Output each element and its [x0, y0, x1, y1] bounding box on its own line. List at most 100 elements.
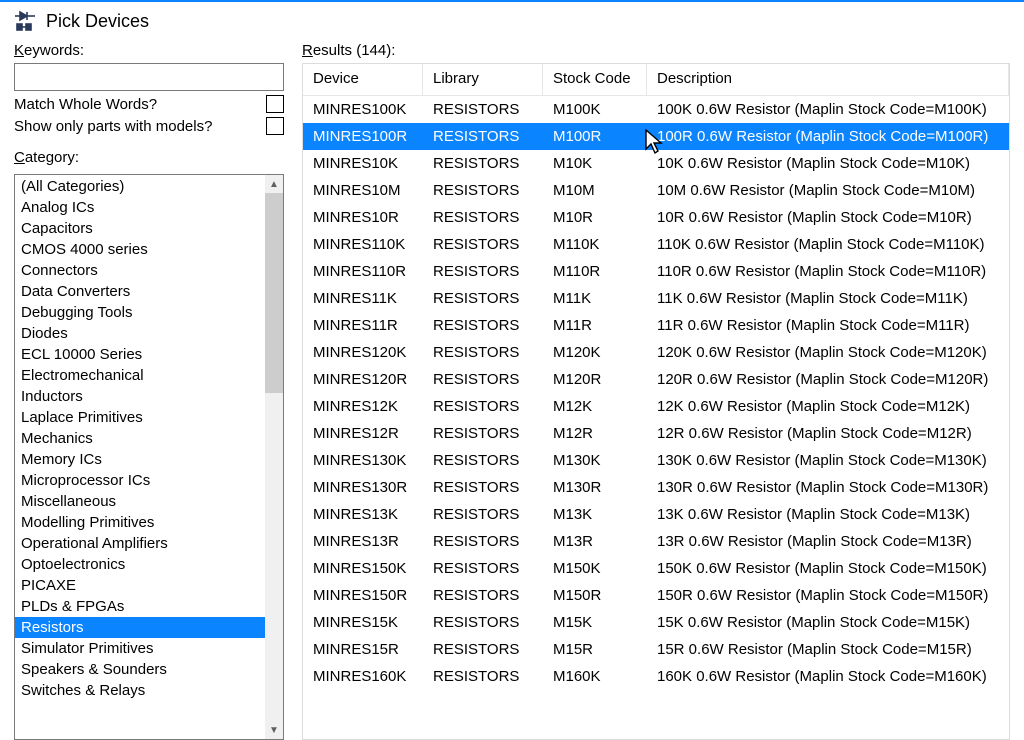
category-listbox[interactable]: (All Categories)Analog ICsCapacitorsCMOS…: [14, 174, 284, 740]
cell-stock: M160K: [543, 663, 647, 690]
scroll-track[interactable]: [265, 393, 283, 721]
category-item[interactable]: Speakers & Sounders: [15, 659, 265, 680]
cell-device: MINRES130K: [303, 447, 423, 474]
table-row[interactable]: MINRES13RRESISTORSM13R13R 0.6W Resistor …: [303, 528, 1009, 555]
table-row[interactable]: MINRES10MRESISTORSM10M10M 0.6W Resistor …: [303, 177, 1009, 204]
table-row[interactable]: MINRES160KRESISTORSM160K160K 0.6W Resist…: [303, 663, 1009, 690]
keywords-input[interactable]: [14, 63, 284, 91]
cell-library: RESISTORS: [423, 285, 543, 312]
table-row[interactable]: MINRES13KRESISTORSM13K13K 0.6W Resistor …: [303, 501, 1009, 528]
category-item[interactable]: Diodes: [15, 323, 265, 344]
cell-device: MINRES10R: [303, 204, 423, 231]
cell-desc: 100R 0.6W Resistor (Maplin Stock Code=M1…: [647, 123, 1009, 150]
cell-stock: M120K: [543, 339, 647, 366]
category-item[interactable]: (All Categories): [15, 176, 265, 197]
cell-desc: 100K 0.6W Resistor (Maplin Stock Code=M1…: [647, 96, 1009, 123]
category-scrollbar[interactable]: ▲ ▼: [265, 175, 283, 739]
category-item[interactable]: Electromechanical: [15, 365, 265, 386]
column-library[interactable]: Library: [423, 64, 543, 95]
cell-stock: M110R: [543, 258, 647, 285]
category-label: Category:: [14, 149, 284, 166]
cell-library: RESISTORS: [423, 339, 543, 366]
category-item[interactable]: Operational Amplifiers: [15, 533, 265, 554]
cell-desc: 10R 0.6W Resistor (Maplin Stock Code=M10…: [647, 204, 1009, 231]
cell-stock: M130R: [543, 474, 647, 501]
category-item[interactable]: Data Converters: [15, 281, 265, 302]
category-item[interactable]: Capacitors: [15, 218, 265, 239]
match-whole-words-row: Match Whole Words?: [14, 95, 284, 113]
cell-library: RESISTORS: [423, 312, 543, 339]
cell-device: MINRES13R: [303, 528, 423, 555]
category-item[interactable]: Simulator Primitives: [15, 638, 265, 659]
cell-stock: M13K: [543, 501, 647, 528]
cell-device: MINRES11R: [303, 312, 423, 339]
category-item[interactable]: Switches & Relays: [15, 680, 265, 701]
category-item[interactable]: Debugging Tools: [15, 302, 265, 323]
table-row[interactable]: MINRES15KRESISTORSM15K15K 0.6W Resistor …: [303, 609, 1009, 636]
column-description[interactable]: Description: [647, 64, 1009, 95]
cell-library: RESISTORS: [423, 177, 543, 204]
category-item[interactable]: Laplace Primitives: [15, 407, 265, 428]
show-only-models-label: Show only parts with models?: [14, 118, 212, 135]
table-row[interactable]: MINRES120RRESISTORSM120R120R 0.6W Resist…: [303, 366, 1009, 393]
table-row[interactable]: MINRES11RRESISTORSM11R11R 0.6W Resistor …: [303, 312, 1009, 339]
cell-device: MINRES130R: [303, 474, 423, 501]
pick-devices-window: Pick Devices Keywords: Match Whole Words…: [0, 0, 1024, 740]
category-item[interactable]: Mechanics: [15, 428, 265, 449]
category-item[interactable]: Microprocessor ICs: [15, 470, 265, 491]
category-item[interactable]: Optoelectronics: [15, 554, 265, 575]
title-bar: Pick Devices: [0, 2, 1024, 42]
table-row[interactable]: MINRES100RRESISTORSM100R100R 0.6W Resist…: [303, 123, 1009, 150]
cell-device: MINRES10K: [303, 150, 423, 177]
cell-desc: 120R 0.6W Resistor (Maplin Stock Code=M1…: [647, 366, 1009, 393]
table-row[interactable]: MINRES10KRESISTORSM10K10K 0.6W Resistor …: [303, 150, 1009, 177]
category-item[interactable]: Resistors: [15, 617, 265, 638]
cell-desc: 120K 0.6W Resistor (Maplin Stock Code=M1…: [647, 339, 1009, 366]
category-item[interactable]: Inductors: [15, 386, 265, 407]
category-item[interactable]: Memory ICs: [15, 449, 265, 470]
table-row[interactable]: MINRES110RRESISTORSM110R110R 0.6W Resist…: [303, 258, 1009, 285]
category-item[interactable]: Connectors: [15, 260, 265, 281]
table-row[interactable]: MINRES120KRESISTORSM120K120K 0.6W Resist…: [303, 339, 1009, 366]
cell-stock: M100R: [543, 123, 647, 150]
cell-device: MINRES12R: [303, 420, 423, 447]
scroll-up-icon[interactable]: ▲: [265, 175, 283, 193]
table-row[interactable]: MINRES12RRESISTORSM12R12R 0.6W Resistor …: [303, 420, 1009, 447]
results-table: Device Library Stock Code Description MI…: [302, 63, 1010, 740]
table-row[interactable]: MINRES110KRESISTORSM110K110K 0.6W Resist…: [303, 231, 1009, 258]
category-item[interactable]: Modelling Primitives: [15, 512, 265, 533]
table-row[interactable]: MINRES12KRESISTORSM12K12K 0.6W Resistor …: [303, 393, 1009, 420]
scroll-down-icon[interactable]: ▼: [265, 721, 283, 739]
cell-desc: 11K 0.6W Resistor (Maplin Stock Code=M11…: [647, 285, 1009, 312]
cell-device: MINRES150R: [303, 582, 423, 609]
cell-library: RESISTORS: [423, 204, 543, 231]
column-stock-code[interactable]: Stock Code: [543, 64, 647, 95]
cell-desc: 130R 0.6W Resistor (Maplin Stock Code=M1…: [647, 474, 1009, 501]
cell-library: RESISTORS: [423, 96, 543, 123]
table-row[interactable]: MINRES150KRESISTORSM150K150K 0.6W Resist…: [303, 555, 1009, 582]
scroll-thumb[interactable]: [265, 193, 283, 393]
cell-desc: 160K 0.6W Resistor (Maplin Stock Code=M1…: [647, 663, 1009, 690]
show-only-models-checkbox[interactable]: [266, 117, 284, 135]
match-whole-words-label: Match Whole Words?: [14, 96, 157, 113]
table-row[interactable]: MINRES11KRESISTORSM11K11K 0.6W Resistor …: [303, 285, 1009, 312]
cell-library: RESISTORS: [423, 366, 543, 393]
category-item[interactable]: ECL 10000 Series: [15, 344, 265, 365]
category-item[interactable]: PLDs & FPGAs: [15, 596, 265, 617]
table-row[interactable]: MINRES10RRESISTORSM10R10R 0.6W Resistor …: [303, 204, 1009, 231]
table-row[interactable]: MINRES130RRESISTORSM130R130R 0.6W Resist…: [303, 474, 1009, 501]
cell-device: MINRES110R: [303, 258, 423, 285]
category-item[interactable]: PICAXE: [15, 575, 265, 596]
column-device[interactable]: Device: [303, 64, 423, 95]
table-row[interactable]: MINRES150RRESISTORSM150R150R 0.6W Resist…: [303, 582, 1009, 609]
table-row[interactable]: MINRES100KRESISTORSM100K100K 0.6W Resist…: [303, 96, 1009, 123]
cell-library: RESISTORS: [423, 447, 543, 474]
category-item[interactable]: CMOS 4000 series: [15, 239, 265, 260]
category-item[interactable]: Analog ICs: [15, 197, 265, 218]
table-row[interactable]: MINRES15RRESISTORSM15R15R 0.6W Resistor …: [303, 636, 1009, 663]
cell-stock: M10K: [543, 150, 647, 177]
table-row[interactable]: MINRES130KRESISTORSM130K130K 0.6W Resist…: [303, 447, 1009, 474]
keywords-label: Keywords:: [14, 42, 284, 59]
match-whole-words-checkbox[interactable]: [266, 95, 284, 113]
category-item[interactable]: Miscellaneous: [15, 491, 265, 512]
